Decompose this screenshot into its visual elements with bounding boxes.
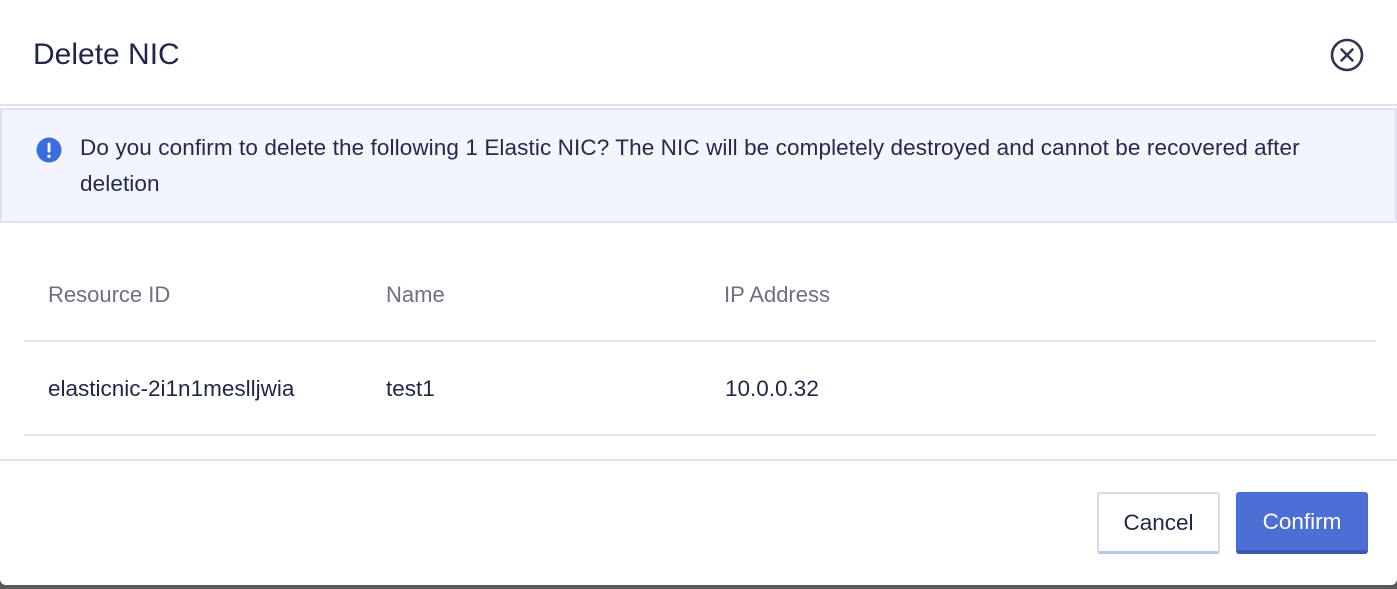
info-exclamation-icon bbox=[36, 137, 62, 163]
column-header-resource-id: Resource ID bbox=[48, 282, 171, 307]
confirm-button[interactable]: Confirm bbox=[1236, 492, 1368, 554]
alert-message: Do you confirm to delete the following 1… bbox=[80, 135, 1300, 196]
close-icon[interactable] bbox=[1329, 37, 1365, 73]
table-header-divider bbox=[24, 340, 1376, 342]
dialog-header: Delete NIC bbox=[0, 0, 1397, 106]
column-header-ip-address: IP Address bbox=[724, 282, 830, 307]
cancel-button[interactable]: Cancel bbox=[1097, 492, 1220, 554]
dialog-title: Delete NIC bbox=[33, 38, 180, 71]
cell-resource-id: elasticnic-2i1n1meslljwia bbox=[48, 376, 295, 401]
cell-name: test1 bbox=[386, 376, 435, 401]
table-row-divider bbox=[24, 434, 1376, 436]
delete-nic-dialog: Delete NIC Do you confirm to delete the … bbox=[0, 0, 1397, 585]
footer-divider bbox=[0, 459, 1397, 461]
cell-ip-address: 10.0.0.32 bbox=[725, 376, 819, 401]
column-header-name: Name bbox=[386, 282, 445, 307]
